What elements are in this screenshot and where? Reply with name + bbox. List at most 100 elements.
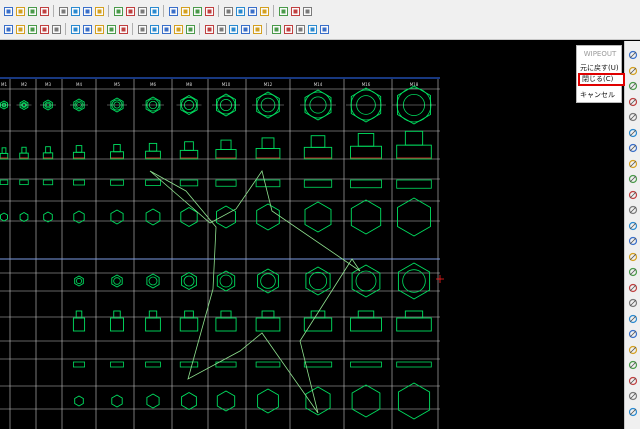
washer-view bbox=[303, 179, 333, 188]
undo-icon[interactable] bbox=[82, 6, 92, 17]
track-icon[interactable] bbox=[228, 24, 238, 35]
mirror-icon[interactable] bbox=[307, 24, 317, 35]
lower-bottom-hex bbox=[74, 395, 84, 407]
boundary-icon[interactable] bbox=[628, 402, 638, 416]
intersection-icon[interactable] bbox=[82, 24, 92, 35]
toolbar-separator bbox=[163, 5, 164, 17]
osnap-icon[interactable] bbox=[216, 24, 226, 35]
wipeout-boundary-polyline bbox=[149, 170, 361, 414]
lower-nut-side bbox=[179, 317, 199, 332]
layers-icon[interactable] bbox=[94, 6, 104, 17]
extension-icon[interactable] bbox=[94, 24, 104, 35]
perpendicular-icon[interactable] bbox=[118, 24, 128, 35]
drawing-canvas[interactable]: M1 M2 M3 M4 M5 M6 M8 M10 M12 M14 M16 M18 bbox=[0, 41, 624, 429]
washer-view bbox=[0, 179, 9, 185]
spline-icon[interactable] bbox=[628, 278, 638, 292]
nut-side-body bbox=[396, 144, 432, 160]
erase-icon[interactable] bbox=[628, 76, 638, 91]
layer-state-icon[interactable] bbox=[113, 6, 123, 17]
image-icon[interactable] bbox=[192, 6, 202, 17]
tangent-icon[interactable] bbox=[137, 24, 147, 35]
nearest-icon[interactable] bbox=[149, 24, 159, 35]
menu-item-close[interactable]: 閉じる(C) bbox=[578, 73, 625, 86]
paste-icon[interactable] bbox=[70, 6, 80, 17]
node-icon[interactable] bbox=[51, 24, 61, 35]
right-toolbar bbox=[624, 41, 640, 429]
print-icon[interactable] bbox=[27, 6, 37, 17]
ellipse-icon[interactable] bbox=[628, 293, 638, 308]
settings-icon[interactable] bbox=[204, 24, 214, 35]
region-icon[interactable] bbox=[628, 324, 638, 339]
nut-bottom-hex bbox=[304, 201, 332, 233]
nut-side-cap bbox=[310, 135, 326, 148]
match-icon[interactable] bbox=[137, 6, 147, 17]
washer-view bbox=[42, 179, 54, 186]
revcloud-icon[interactable] bbox=[628, 355, 638, 370]
layer-icon[interactable] bbox=[628, 169, 638, 184]
lower-bottom-hex bbox=[397, 382, 431, 420]
copy-icon[interactable] bbox=[252, 24, 262, 35]
view-icon[interactable] bbox=[259, 6, 269, 17]
line-icon[interactable] bbox=[628, 216, 638, 230]
xref-icon[interactable] bbox=[180, 6, 190, 17]
insertion-icon[interactable] bbox=[106, 24, 116, 35]
lower-bottom-hex bbox=[181, 391, 197, 411]
zoom-icon[interactable] bbox=[628, 45, 638, 60]
insert-icon[interactable] bbox=[168, 6, 178, 17]
apparent-icon[interactable] bbox=[161, 24, 171, 35]
wipeout-icon[interactable] bbox=[628, 340, 638, 354]
viewport-icon[interactable] bbox=[278, 6, 288, 17]
nut-side-cap bbox=[261, 137, 275, 149]
attach-icon[interactable] bbox=[204, 6, 214, 17]
arc-icon[interactable] bbox=[628, 247, 638, 261]
clock-icon[interactable] bbox=[628, 123, 638, 137]
refclose-icon[interactable] bbox=[235, 6, 245, 17]
save-icon[interactable] bbox=[15, 6, 25, 17]
layout-icon[interactable] bbox=[290, 6, 300, 17]
midpoint-icon[interactable] bbox=[27, 24, 37, 35]
washer-view bbox=[145, 179, 161, 186]
properties-icon[interactable] bbox=[125, 6, 135, 17]
top-toolbar-area bbox=[0, 0, 640, 40]
column-header-label: M10 bbox=[222, 82, 231, 87]
lower-nut-circle bbox=[308, 271, 328, 291]
block-icon[interactable] bbox=[149, 6, 159, 17]
pan-icon[interactable] bbox=[628, 61, 638, 75]
scale-icon[interactable] bbox=[283, 24, 293, 35]
menu-item-cancel[interactable]: キャンセル bbox=[580, 90, 622, 100]
copy-icon[interactable] bbox=[58, 6, 68, 17]
dimension-icon[interactable] bbox=[628, 200, 638, 215]
nut-bottom-hex bbox=[145, 208, 161, 226]
drawing-svg[interactable]: M1 M2 M3 M4 M5 M6 M8 M10 M12 M14 M16 M18 bbox=[0, 41, 624, 429]
snap-icon[interactable] bbox=[3, 24, 13, 35]
pencil-icon[interactable] bbox=[628, 92, 638, 106]
center-icon[interactable] bbox=[39, 24, 49, 35]
circle-icon[interactable] bbox=[628, 262, 638, 277]
parallel-icon[interactable] bbox=[173, 24, 183, 35]
stretch-icon[interactable] bbox=[295, 24, 305, 35]
target-icon[interactable] bbox=[628, 138, 638, 153]
polyline-icon[interactable] bbox=[628, 231, 638, 246]
text-icon[interactable] bbox=[628, 185, 638, 199]
menu-item-undo[interactable]: 元に戻す(U) bbox=[580, 63, 622, 73]
publish-icon[interactable] bbox=[302, 6, 312, 17]
rectangle-icon[interactable] bbox=[628, 107, 638, 122]
none-icon[interactable] bbox=[185, 24, 195, 35]
cube-icon[interactable] bbox=[628, 154, 638, 168]
pan-icon[interactable] bbox=[247, 6, 257, 17]
nut-side-cap bbox=[148, 142, 158, 152]
endpoint-icon[interactable] bbox=[15, 24, 25, 35]
move-icon[interactable] bbox=[240, 24, 250, 35]
rotate-icon[interactable] bbox=[271, 24, 281, 35]
table-icon[interactable] bbox=[628, 371, 638, 385]
lower-bottom-hex bbox=[351, 384, 381, 418]
lower-nut-circle bbox=[355, 270, 377, 292]
toolbar-separator bbox=[132, 23, 133, 35]
array-icon[interactable] bbox=[319, 24, 329, 35]
folder-icon[interactable] bbox=[3, 6, 13, 17]
hatch-icon[interactable] bbox=[628, 309, 638, 323]
refedit-icon[interactable] bbox=[223, 6, 233, 17]
quadrant-icon[interactable] bbox=[70, 24, 80, 35]
cut-icon[interactable] bbox=[39, 6, 49, 17]
measure-icon[interactable] bbox=[628, 386, 638, 401]
